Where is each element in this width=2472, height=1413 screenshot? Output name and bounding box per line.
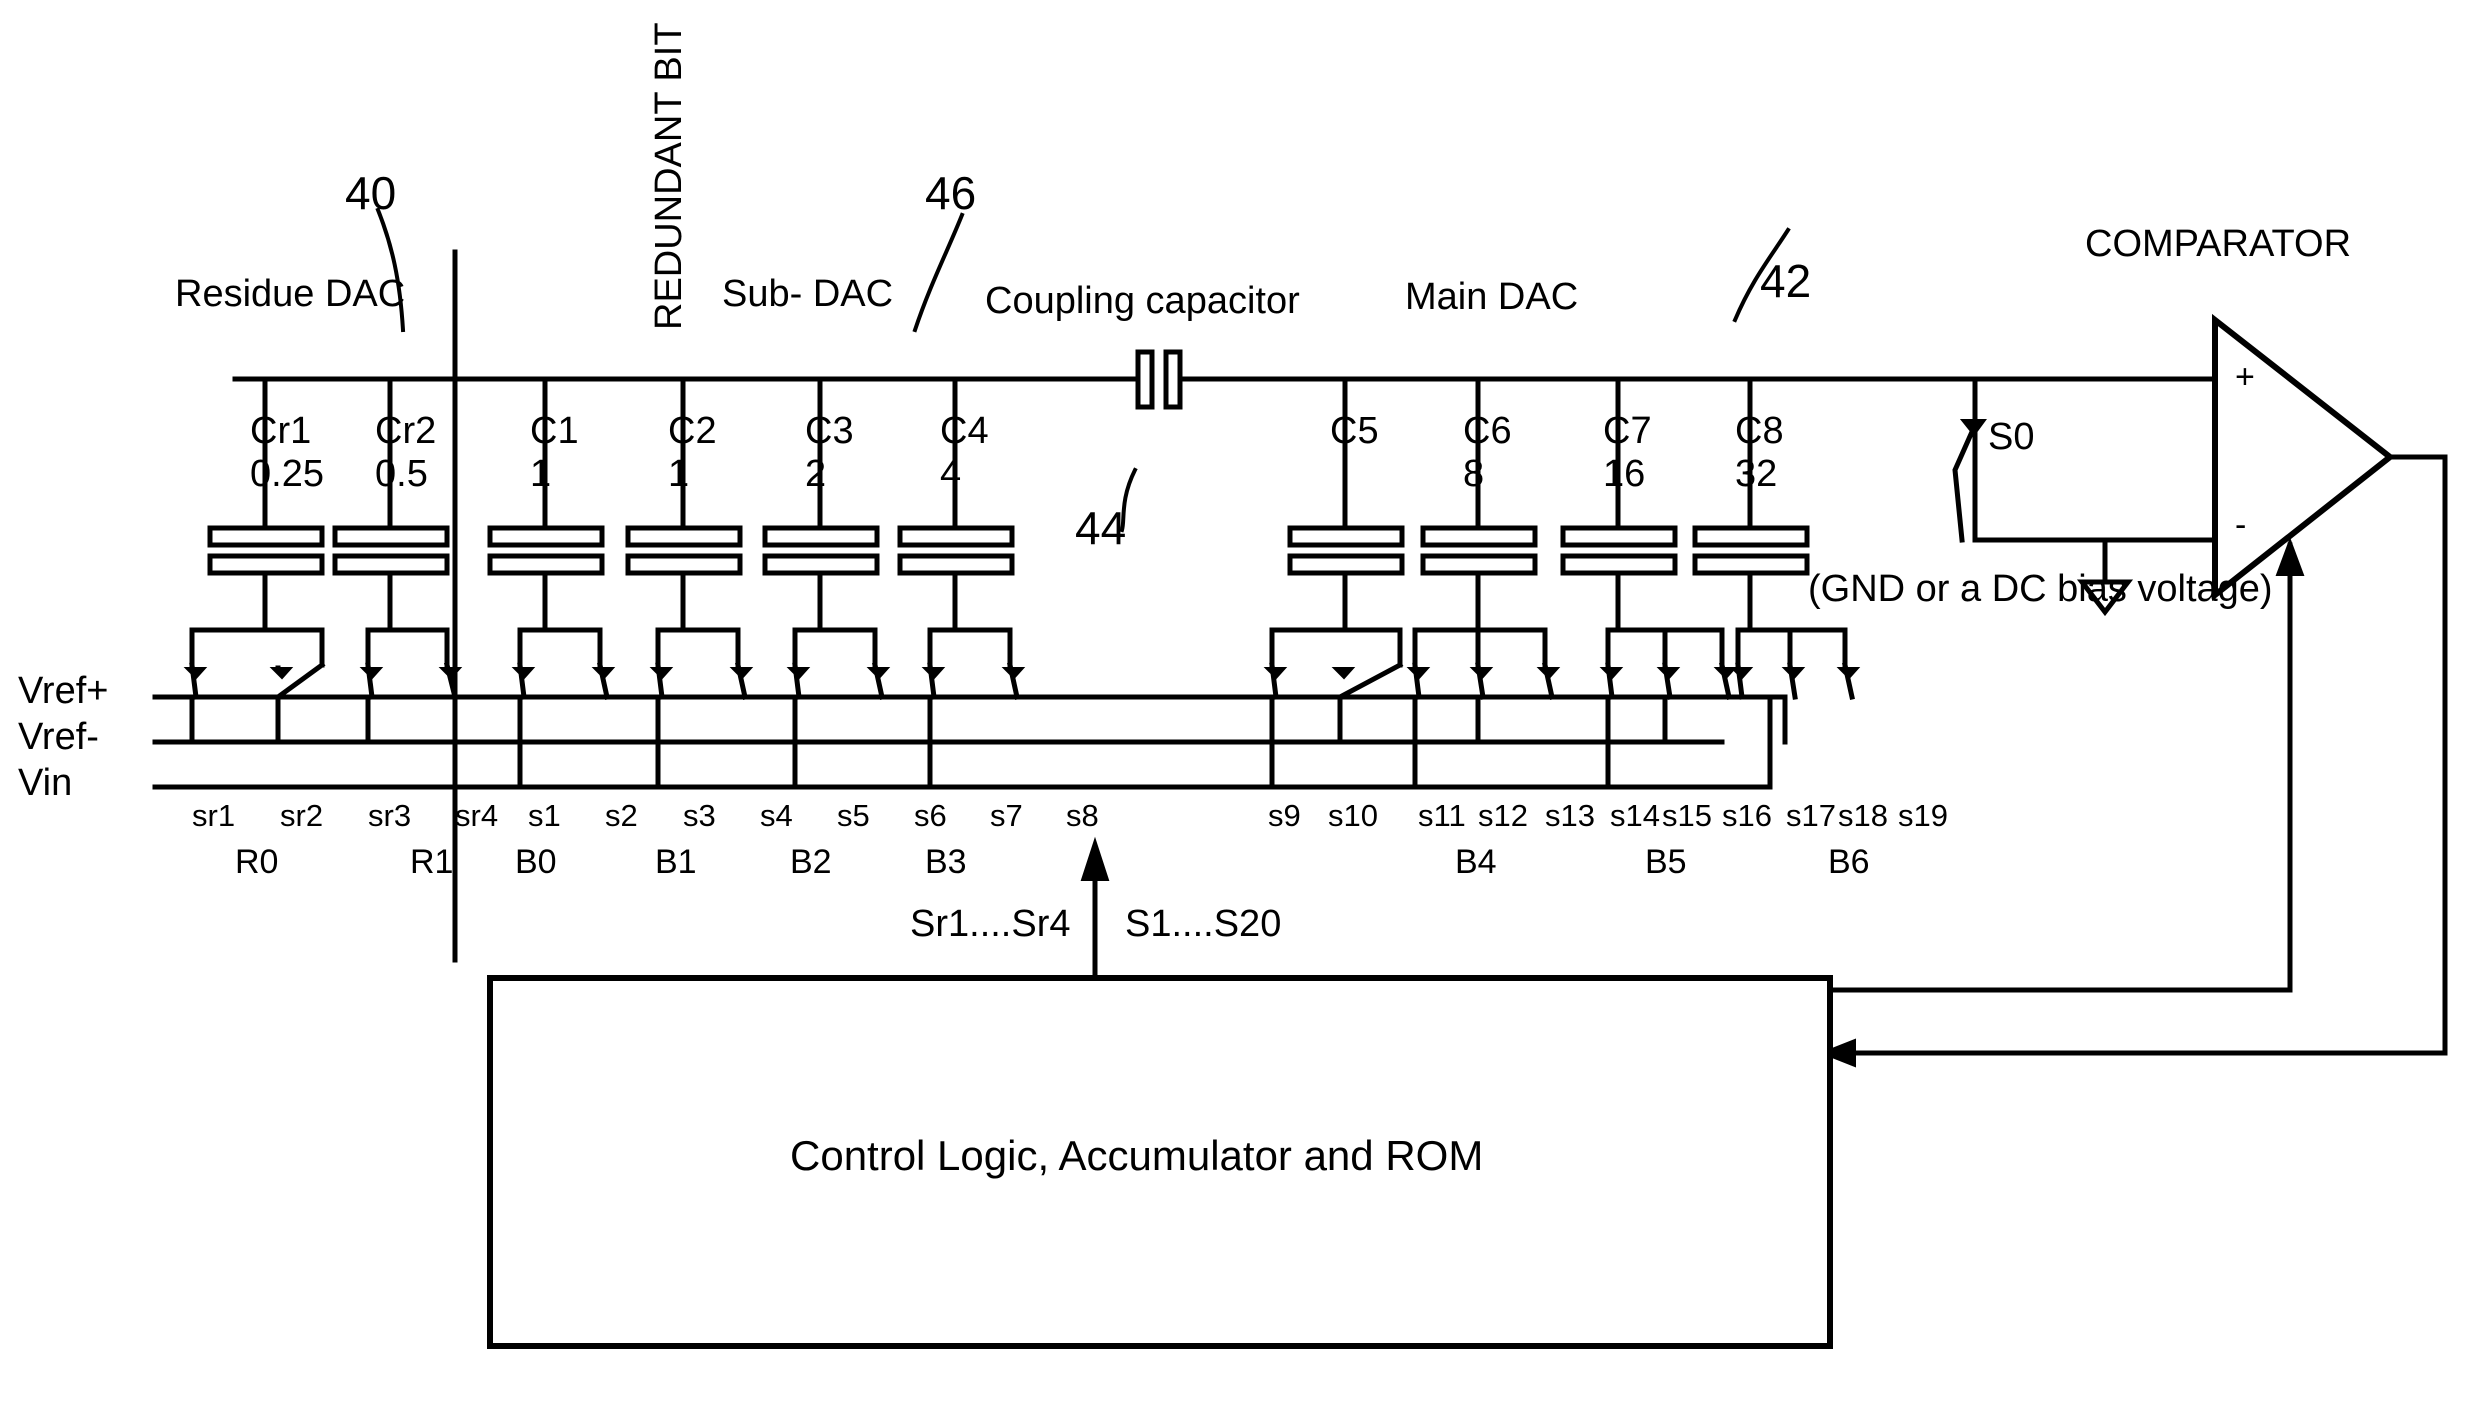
switch-label-s14: s14 (1610, 798, 1660, 833)
switch-label-s13: s13 (1545, 798, 1595, 833)
bus-label-s: S1....S20 (1125, 903, 1282, 945)
capacitor-name-c4: C4 (940, 410, 989, 452)
capacitor-value-c7: 16 (1603, 453, 1646, 495)
bit-label-b5: B5 (1645, 843, 1687, 881)
switch-label-s5: s5 (837, 798, 870, 833)
capacitor-value-c3: 2 (805, 453, 827, 495)
switch-label-sr4: sr4 (455, 798, 499, 833)
switch-label-s9: s9 (1268, 798, 1301, 833)
bit-label-b2: B2 (790, 843, 832, 881)
switch-label-s1: s1 (528, 798, 561, 833)
capacitor-value-cr1: 0.25 (250, 453, 324, 495)
label-sub-dac: Sub- DAC (722, 273, 894, 315)
rail-label-vrefp: Vref+ (18, 670, 109, 712)
capacitor-value-c6: 8 (1463, 453, 1485, 495)
switch-label-s6: s6 (914, 798, 947, 833)
capacitor-name-c7: C7 (1603, 410, 1652, 452)
capacitor-value-cr2: 0.5 (375, 453, 428, 495)
capacitor-name-c8: C8 (1735, 410, 1784, 452)
switch-label-sr3: sr3 (368, 798, 412, 833)
capacitor-name-cr2: Cr2 (375, 410, 437, 452)
switch-label-s10: s10 (1328, 798, 1378, 833)
bit-label-r0: R0 (235, 843, 279, 881)
capacitor-name-c2: C2 (668, 410, 717, 452)
capacitor-name-c6: C6 (1463, 410, 1512, 452)
switch-label-s19: s19 (1898, 798, 1948, 833)
switch-label-s0: S0 (1988, 416, 2035, 458)
ground-note: (GND or a DC bias voltage) (1808, 568, 2273, 610)
capacitor-name-c1: C1 (530, 410, 579, 452)
label-main-dac: Main DAC (1405, 276, 1579, 318)
figure-canvas: Residue DAC 40 REDUNDANT BIT Sub- DAC 46… (0, 0, 2472, 1413)
ref-numeral-40: 40 (345, 167, 397, 219)
comparator-minus-terminal: - (2235, 506, 2247, 544)
bit-label-b3: B3 (925, 843, 967, 881)
label-residue-dac: Residue DAC (175, 273, 406, 315)
capacitor-value-c4: 4 (940, 453, 962, 495)
bus-label-sr: Sr1....Sr4 (910, 903, 1071, 945)
ref-numeral-44: 44 (1075, 502, 1127, 554)
switch-label-s7: s7 (990, 798, 1023, 833)
switch-label-s15: s15 (1662, 798, 1712, 833)
rail-label-vin: Vin (18, 762, 73, 804)
capacitor-value-c8: 32 (1735, 453, 1778, 495)
bit-label-b1: B1 (655, 843, 697, 881)
capacitor-name-cr1: Cr1 (250, 410, 312, 452)
bit-label-b0: B0 (515, 843, 557, 881)
capacitor-value-c2: 1 (668, 453, 690, 495)
ref-numeral-46: 46 (925, 167, 977, 219)
switch-label-s3: s3 (683, 798, 716, 833)
label-redundant-bit: REDUNDANT BIT (648, 22, 690, 330)
label-comparator: COMPARATOR (2085, 223, 2352, 265)
switch-label-s11: s11 (1418, 798, 1466, 833)
bit-label-b4: B4 (1455, 843, 1497, 881)
switch-label-s12: s12 (1478, 798, 1528, 833)
ref-numeral-42: 42 (1760, 255, 1812, 307)
capacitor-value-c1: 1 (530, 453, 552, 495)
control-logic-block-label: Control Logic, Accumulator and ROM (790, 1132, 1484, 1179)
switch-label-sr2: sr2 (280, 798, 324, 833)
switch-label-s18: s18 (1838, 798, 1888, 833)
bit-label-b6: B6 (1828, 843, 1870, 881)
rail-label-vrefn: Vref- (18, 716, 99, 758)
switch-label-s8: s8 (1066, 798, 1099, 833)
switch-label-s16: s16 (1722, 798, 1772, 833)
switch-label-s17: s17 (1786, 798, 1836, 833)
switch-label-sr1: sr1 (192, 798, 236, 833)
capacitor-name-c3: C3 (805, 410, 854, 452)
comparator-plus-terminal: + (2235, 358, 2255, 396)
bit-label-r1: R1 (410, 843, 454, 881)
switch-label-s4: s4 (760, 798, 793, 833)
capacitor-name-c5: C5 (1330, 410, 1379, 452)
switch-label-s2: s2 (605, 798, 638, 833)
label-coupling-capacitor: Coupling capacitor (985, 280, 1300, 322)
